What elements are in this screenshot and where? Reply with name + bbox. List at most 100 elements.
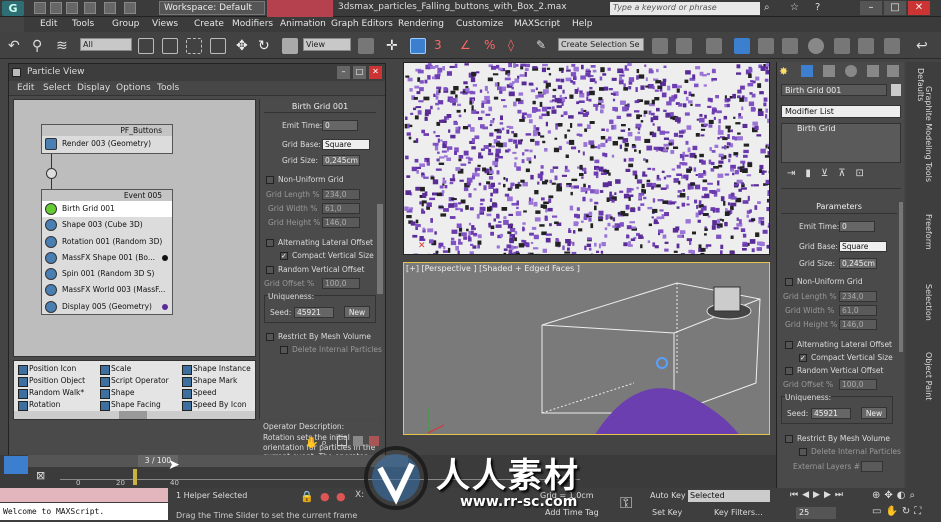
grid-offset-field[interactable]: 100,0 [839,379,877,390]
reference-coordinate-dropdown[interactable]: View [303,38,351,51]
pv-menu-select[interactable]: Select [43,83,71,93]
menu-animation[interactable]: Animation [280,19,326,29]
depot-item[interactable]: Position Icon [18,364,76,375]
grid-base-dropdown[interactable]: Square [839,241,887,252]
angle-snap-icon[interactable]: ∠ [460,38,476,54]
grid-width-field[interactable]: 61,0 [322,203,360,214]
grid-offset-field[interactable]: 100,0 [322,278,360,289]
node-row[interactable]: Render 003 (Geometry) [42,136,172,152]
rotate-icon[interactable]: ↻ [258,38,274,54]
emit-time-field[interactable]: 0 [322,120,358,131]
key-set-dropdown[interactable]: Selected [688,490,770,502]
set-key-button[interactable]: Set Key [652,508,682,517]
stack-item[interactable]: Birth Grid [782,124,900,133]
event-node[interactable]: Event 005 Birth Grid 001 Shape 003 (Cube… [41,189,173,315]
viewport-label[interactable]: [+] [Perspective ] [Shaded + Edged Faces… [406,264,580,273]
hierarchy-tab-icon[interactable] [823,65,835,77]
communication-center-icon[interactable]: ☆ [790,2,802,14]
select-and-manipulate-icon[interactable]: ✛ [386,38,402,54]
alternating-lateral-checkbox[interactable] [785,341,793,349]
tab-object-paint[interactable]: Object Paint [924,352,933,400]
depot-item[interactable]: Speed By Icon [182,400,247,411]
pv-menu-edit[interactable]: Edit [17,83,34,93]
pf-source-node[interactable]: PF_Buttons Render 003 (Geometry) [41,124,173,154]
alternating-lateral-checkbox[interactable] [266,239,274,247]
object-name-field[interactable]: Birth Grid 001 [781,84,887,96]
named-selection-set-dropdown[interactable]: Create Selection Se [558,38,644,51]
pan-hand-icon[interactable]: ✋ [305,436,319,449]
link-icon[interactable]: ⚲ [32,38,48,54]
viewport-nav-icons-2[interactable]: ▭✋↻⛶ [872,506,925,517]
tab-selection[interactable]: Selection [924,284,933,321]
parameters-rollout[interactable]: Parameters [781,202,897,214]
scale-icon[interactable] [282,38,298,54]
menu-views[interactable]: Views [152,19,178,29]
menu-tools[interactable]: Tools [72,19,94,29]
mirror-icon[interactable] [652,38,668,54]
seed-field[interactable]: 45921 [811,408,851,419]
display-tab-icon[interactable] [867,65,879,77]
tab-freeform[interactable]: Freeform [924,214,933,250]
compact-vertical-checkbox[interactable]: ✓ [799,354,807,362]
align-icon[interactable] [676,38,692,54]
close-button[interactable]: ✕ [908,1,930,15]
snap-toggle-icon[interactable]: 3 [434,38,450,54]
layer-manager-icon[interactable] [706,38,722,54]
edit-named-selection-icon[interactable]: ✎ [536,38,552,54]
depot-item[interactable]: Shape Mark [182,376,237,387]
binoculars-icon[interactable]: ⌕ [764,2,776,14]
depot-item[interactable]: Random Walk* [18,388,84,399]
node-row[interactable]: Display 005 (Geometry) [42,299,172,315]
app-logo-icon[interactable]: G [2,1,24,16]
move-icon[interactable]: ✥ [236,38,252,54]
playback-buttons[interactable]: ⏮◀▶▶⏭ [790,490,847,500]
percent-snap-icon[interactable]: % [484,38,500,54]
select-by-name-icon[interactable] [162,38,178,54]
non-uniform-checkbox[interactable] [785,278,793,286]
particle-flow-canvas[interactable]: PF_Buttons Render 003 (Geometry) Event 0… [13,99,256,357]
menu-help[interactable]: Help [572,19,593,29]
search-input[interactable]: Type a keyword or phrase [610,2,760,15]
window-crossing-icon[interactable] [210,38,226,54]
maxscript-mini-listener[interactable]: Welcome to MAXScript. [0,503,168,520]
open-file-icon[interactable] [50,2,62,14]
emit-time-field[interactable]: 0 [839,221,875,232]
rollout-title[interactable]: Birth Grid 001 [264,102,376,113]
motion-tab-icon[interactable] [845,65,857,77]
selection-filter-dropdown[interactable]: All [80,38,132,51]
node-row[interactable]: Birth Grid 001 [42,201,172,218]
modify-tab-icon[interactable] [801,65,813,77]
depot-item[interactable]: Position Object [18,376,85,387]
depot-item[interactable]: Scale [100,364,131,375]
props-scrollbar[interactable] [377,204,383,294]
keyboard-shortcut-override-icon[interactable] [410,38,426,54]
grid-size-field[interactable]: 0,245cm [322,155,360,166]
absolute-mode-icon[interactable]: ● [336,490,346,503]
grid-height-field[interactable]: 146,0 [322,217,360,228]
material-editor-icon[interactable] [808,38,824,54]
node-row[interactable]: Shape 003 (Cube 3D) [42,217,172,233]
node-row[interactable]: Rotation 001 (Random 3D) [42,234,172,250]
curve-editor-icon[interactable] [758,38,774,54]
undo-toolbar-icon[interactable]: ↶ [8,38,24,54]
grid-length-field[interactable]: 234,0 [839,291,877,302]
help-icon[interactable]: ? [815,2,827,14]
random-vertical-checkbox[interactable] [785,367,793,375]
random-vertical-checkbox[interactable] [266,266,274,274]
current-frame-field[interactable]: 25 [796,507,836,519]
restrict-mesh-checkbox[interactable] [266,333,274,341]
delete-internal-checkbox[interactable] [799,448,807,456]
node-row[interactable]: MassFX World 003 (MassF... [42,282,172,298]
maximize-button[interactable]: □ [884,1,906,15]
new-file-icon[interactable] [34,2,46,14]
menu-rendering[interactable]: Rendering [398,19,444,29]
redo-icon[interactable] [104,2,116,14]
top-viewport[interactable]: ✕ [403,62,770,255]
create-tab-icon[interactable]: ✸ [779,65,791,78]
zoom-icon[interactable]: ⌕ [321,436,327,450]
select-object-icon[interactable] [138,38,154,54]
minimize-button[interactable]: – [860,1,882,15]
grid-length-field[interactable]: 234,0 [322,189,360,200]
depot-item[interactable]: Rotation [18,400,60,411]
workspace-dropdown[interactable]: Workspace: Default [159,1,265,15]
